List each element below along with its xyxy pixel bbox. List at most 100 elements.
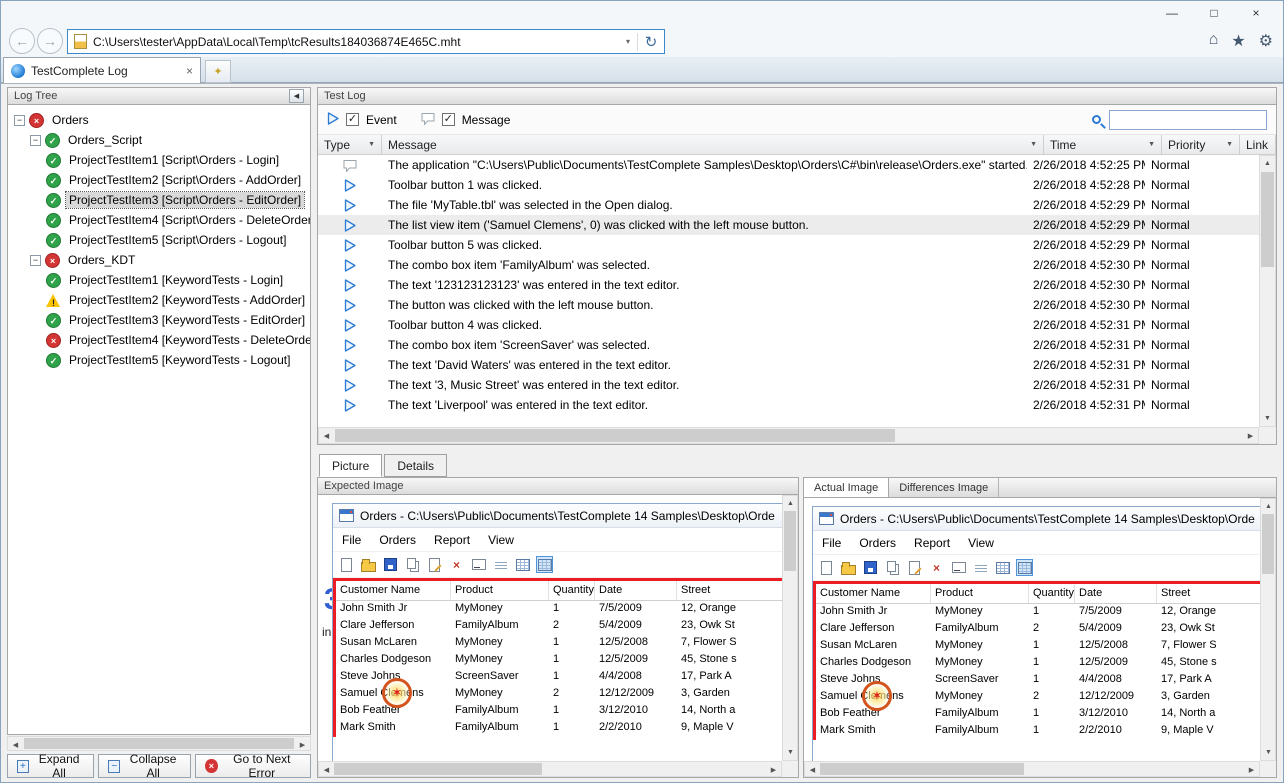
tree-node[interactable]: −×Orders_KDT (8, 250, 310, 270)
message-checkbox[interactable]: ✓ (442, 113, 455, 126)
tree-node[interactable]: !ProjectTestItem2 [KeywordTests - AddOrd… (8, 290, 310, 310)
address-bar[interactable]: C:\Users\tester\AppData\Local\Temp\tcRes… (67, 29, 665, 54)
search-input[interactable] (1109, 110, 1267, 130)
field-icon[interactable] (950, 559, 967, 576)
menu-report[interactable]: Report (425, 533, 479, 547)
properties-icon[interactable] (906, 559, 923, 576)
menu-orders[interactable]: Orders (850, 536, 905, 550)
grid-row[interactable]: Susan McLarenMyMoney112/5/20087, Flower … (816, 638, 1277, 655)
tree-node[interactable]: ✓ProjectTestItem3 [KeywordTests - EditOr… (8, 310, 310, 330)
picture-vertical-scrollbar[interactable]: ▲ ▼ (1260, 498, 1276, 761)
column-filter-icon[interactable]: ▼ (368, 141, 375, 148)
scrollbar-thumb[interactable] (1261, 172, 1274, 267)
minimize-icon[interactable]: — (1151, 3, 1193, 23)
grid-row[interactable]: Charles DodgesonMyMoney112/5/200945, Sto… (336, 652, 799, 669)
tree-node[interactable]: ✓ProjectTestItem5 [KeywordTests - Logout… (8, 350, 310, 370)
new-tab-button[interactable]: ✦ (205, 60, 231, 83)
scrollbar-thumb[interactable] (784, 511, 796, 571)
grid-column-header[interactable]: Customer Name (336, 581, 451, 600)
log-row[interactable]: The text 'David Waters' was entered in t… (318, 355, 1259, 375)
tab-picture[interactable]: Picture (319, 454, 382, 477)
table-view-icon[interactable] (1016, 559, 1033, 576)
favorites-icon[interactable]: ★ (1231, 31, 1245, 51)
picture-vertical-scrollbar[interactable]: ▲ ▼ (782, 495, 798, 761)
grid-column-header[interactable]: Street (677, 581, 799, 600)
grid-row[interactable]: Clare JeffersonFamilyAlbum25/4/200923, O… (816, 621, 1277, 638)
log-row[interactable]: The application "C:\Users\Public\Documen… (318, 155, 1259, 175)
log-row[interactable]: The text '123123123123' was entered in t… (318, 275, 1259, 295)
delete-icon[interactable]: × (448, 556, 465, 573)
tree-node-label[interactable]: ProjectTestItem4 [KeywordTests - DeleteO… (66, 332, 311, 348)
column-priority[interactable]: Priority ▼ (1162, 135, 1240, 154)
grid-column-header[interactable]: Street (1157, 584, 1277, 603)
delete-icon[interactable]: × (928, 559, 945, 576)
scroll-up-icon[interactable]: ▲ (783, 496, 798, 511)
grid-row[interactable]: Susan McLarenMyMoney112/5/20087, Flower … (336, 635, 799, 652)
outline-icon[interactable] (492, 556, 509, 573)
grid-icon[interactable] (514, 556, 531, 573)
go-to-next-error-button[interactable]: × Go to Next Error (195, 754, 311, 778)
open-icon[interactable] (840, 559, 857, 576)
collapse-panel-icon[interactable]: ◀ (289, 89, 304, 103)
column-message[interactable]: Message ▼ (382, 135, 1044, 154)
grid-column-header[interactable]: Quantity (549, 581, 595, 600)
scroll-left-icon[interactable]: ◀ (319, 428, 334, 443)
tree-node-label[interactable]: ProjectTestItem2 [Script\Orders - AddOrd… (66, 172, 304, 188)
log-vertical-scrollbar[interactable]: ▲ ▼ (1259, 155, 1276, 427)
menu-report[interactable]: Report (905, 536, 959, 550)
scrollbar-thumb[interactable] (24, 738, 294, 749)
scroll-right-icon[interactable]: ▶ (295, 737, 310, 752)
open-icon[interactable] (360, 556, 377, 573)
grid-column-header[interactable]: Customer Name (816, 584, 931, 603)
tree-expander-icon[interactable]: − (30, 255, 41, 266)
home-icon[interactable]: ⌂ (1209, 31, 1219, 51)
tab-differences-image[interactable]: Differences Image (889, 478, 999, 497)
log-row[interactable]: The text '3, Music Street' was entered i… (318, 375, 1259, 395)
grid-column-header[interactable]: Product (451, 581, 549, 600)
back-icon[interactable]: ← (9, 28, 35, 54)
log-row[interactable]: The button was clicked with the left mou… (318, 295, 1259, 315)
grid-row[interactable]: Clare JeffersonFamilyAlbum25/4/200923, O… (336, 618, 799, 635)
grid-column-header[interactable]: Date (595, 581, 677, 600)
collapse-all-button[interactable]: − Collapse All (98, 754, 191, 778)
log-row[interactable]: Toolbar button 5 was clicked.2/26/2018 4… (318, 235, 1259, 255)
tree-node-label[interactable]: ProjectTestItem3 [Script\Orders - EditOr… (66, 192, 304, 208)
tab-actual-image[interactable]: Actual Image (804, 478, 889, 497)
picture-horizontal-scrollbar[interactable]: ◀ ▶ (804, 761, 1260, 777)
column-filter-icon[interactable]: ▼ (1148, 141, 1155, 148)
tree-node-label[interactable]: Orders_Script (65, 132, 145, 148)
log-row[interactable]: Toolbar button 1 was clicked.2/26/2018 4… (318, 175, 1259, 195)
tree-node[interactable]: −✓Orders_Script (8, 130, 310, 150)
scroll-left-icon[interactable]: ◀ (8, 737, 23, 752)
scroll-down-icon[interactable]: ▼ (783, 745, 798, 760)
scrollbar-thumb[interactable] (334, 763, 542, 775)
tree-expander-icon[interactable]: − (14, 115, 25, 126)
tree-node[interactable]: ✓ProjectTestItem3 [Script\Orders - EditO… (8, 190, 310, 210)
scrollbar-thumb[interactable] (1262, 514, 1274, 574)
tree-node[interactable]: ✓ProjectTestItem2 [Script\Orders - AddOr… (8, 170, 310, 190)
column-time[interactable]: Time ▼ (1044, 135, 1162, 154)
tree-node[interactable]: ✓ProjectTestItem1 [KeywordTests - Login] (8, 270, 310, 290)
forward-icon[interactable]: → (37, 28, 63, 54)
column-link[interactable]: Link (1240, 135, 1276, 154)
scroll-down-icon[interactable]: ▼ (1261, 745, 1276, 760)
save-icon[interactable] (862, 559, 879, 576)
tree-node[interactable]: ×ProjectTestItem4 [KeywordTests - Delete… (8, 330, 310, 350)
tree-node-label[interactable]: ProjectTestItem3 [KeywordTests - EditOrd… (66, 312, 308, 328)
tree-node-label[interactable]: Orders_KDT (65, 252, 138, 268)
address-text[interactable]: C:\Users\tester\AppData\Local\Temp\tcRes… (93, 35, 619, 49)
scroll-up-icon[interactable]: ▲ (1261, 499, 1276, 514)
menu-view[interactable]: View (479, 533, 523, 547)
new-icon[interactable] (338, 556, 355, 573)
tree-node-label[interactable]: ProjectTestItem1 [Script\Orders - Login] (66, 152, 282, 168)
log-row[interactable]: The combo box item 'FamilyAlbum' was sel… (318, 255, 1259, 275)
browser-tab[interactable]: TestComplete Log × (3, 57, 201, 83)
log-horizontal-scrollbar[interactable]: ◀ ▶ (318, 427, 1259, 444)
scrollbar-thumb[interactable] (820, 763, 1024, 775)
scroll-right-icon[interactable]: ▶ (1244, 762, 1259, 777)
expand-all-button[interactable]: + Expand All (7, 754, 94, 778)
grid-row[interactable]: Charles DodgesonMyMoney112/5/200945, Sto… (816, 655, 1277, 672)
scroll-up-icon[interactable]: ▲ (1260, 156, 1275, 171)
scrollbar-thumb[interactable] (335, 429, 895, 442)
log-row[interactable]: The file 'MyTable.tbl' was selected in t… (318, 195, 1259, 215)
